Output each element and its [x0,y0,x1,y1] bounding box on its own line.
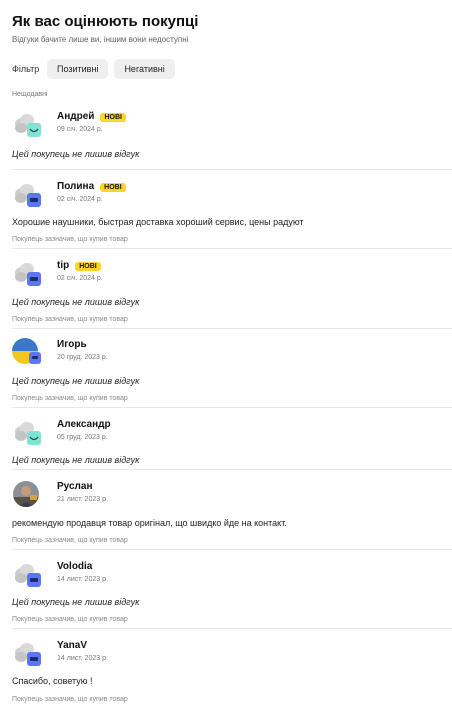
filter-positive-button[interactable]: Позитивні [47,59,109,79]
reviewer-name-text: Игорь [57,339,87,350]
review-date: 20 груд. 2023 р. [57,354,108,361]
blue-face-icon [12,179,42,209]
review-text: Цей покупець не лишив відгук [12,149,140,159]
new-badge: НОВІ [100,112,126,122]
review-item: YanaV 14 лист. 2023 р. Спасибо, советую … [12,628,452,708]
verified-purchase-note: Покупець зазначив, що купив товар [12,395,128,402]
new-badge: НОВІ [75,261,101,271]
page-title: Як вас оцінюють покупці [12,13,199,30]
review-text: Цей покупець не лишив відгук [12,455,140,465]
verified-purchase-note: Покупець зазначив, що купив товар [12,316,128,323]
review-date: 02 січ. 2024 р. [57,196,103,203]
reviews-page: Як вас оцінюють покупці Відгуки бачите л… [0,13,452,703]
new-badge: НОВІ [100,182,126,192]
reviewer-name: YanaV [57,640,87,652]
blue-face-icon [12,559,42,589]
reviewer-name: tip НОВІ [57,260,101,272]
review-date: 14 лист. 2023 р. [57,576,108,583]
review-date: 14 лист. 2023 р. [57,655,108,662]
reviewer-name-text: Андрей [57,111,95,122]
review-text: Цей покупець не лишив відгук [12,597,140,607]
flag-photo [12,337,42,367]
reviewer-name: Volodia [57,561,92,573]
mint-smile-icon [12,417,42,447]
reviewer-name-text: tip [57,260,70,271]
filter-label: Фільтр [12,64,40,74]
mint-smile-icon [12,109,42,139]
filter-negative-button[interactable]: Негативні [114,59,175,79]
review-text: Цей покупець не лишив відгук [12,376,140,386]
review-date: 21 лист. 2023 р. [57,496,108,503]
filter-bar: Фільтр Позитивні Негативні [12,58,452,80]
verified-purchase-note: Покупець зазначив, що купив товар [12,616,128,623]
review-text: рекомендую продавця товар оригінал, що ш… [12,518,287,528]
reviewer-name-text: Александр [57,419,111,430]
review-date: 02 січ. 2024 р. [57,275,103,282]
reviewer-name-text: YanaV [57,640,88,651]
reviewer-name: Андрей НОВІ [57,111,126,123]
review-item: Руслан 21 лист. 2023 р. рекомендую прода… [12,469,452,550]
review-item: Полина НОВІ 02 січ. 2024 р. Хорошие науш… [12,169,452,249]
review-date: 09 січ. 2024 р. [57,126,103,133]
page-subtitle: Відгуки бачите лише ви, іншим вони недос… [12,35,189,44]
verified-purchase-note: Покупець зазначив, що купив товар [12,696,128,703]
review-item: Андрей НОВІ 09 січ. 2024 р. Цей покупець… [12,109,452,170]
reviewer-name: Руслан [57,481,93,493]
review-item: tip НОВІ 02 січ. 2024 р. Цей покупець не… [12,248,452,329]
review-item: Volodia 14 лист. 2023 р. Цей покупець не… [12,549,452,629]
review-date: 05 груд. 2023 р. [57,434,108,441]
review-item: Александр 05 груд. 2023 р. Цей покупець … [12,407,452,470]
review-item: Игорь 20 груд. 2023 р. Цей покупець не л… [12,328,452,408]
review-text: Цей покупець не лишив відгук [12,297,140,307]
person-photo [12,479,42,509]
reviewer-name-text: Руслан [57,481,93,492]
reviewer-name: Полина НОВІ [57,181,126,193]
reviewer-name-text: Volodia [57,561,93,572]
review-text: Спасибо, советую ! [12,676,93,686]
blue-face-icon [12,258,42,288]
sort-label: Нещодавні [12,91,48,98]
verified-purchase-note: Покупець зазначив, що купив товар [12,236,128,243]
verified-purchase-note: Покупець зазначив, що купив товар [12,537,128,544]
reviewer-name: Александр [57,419,111,431]
reviewer-name-text: Полина [57,181,95,192]
review-text: Хорошие наушники, быстрая доставка хорош… [12,217,304,227]
blue-face-icon [12,638,42,668]
reviewer-name: Игорь [57,339,87,351]
